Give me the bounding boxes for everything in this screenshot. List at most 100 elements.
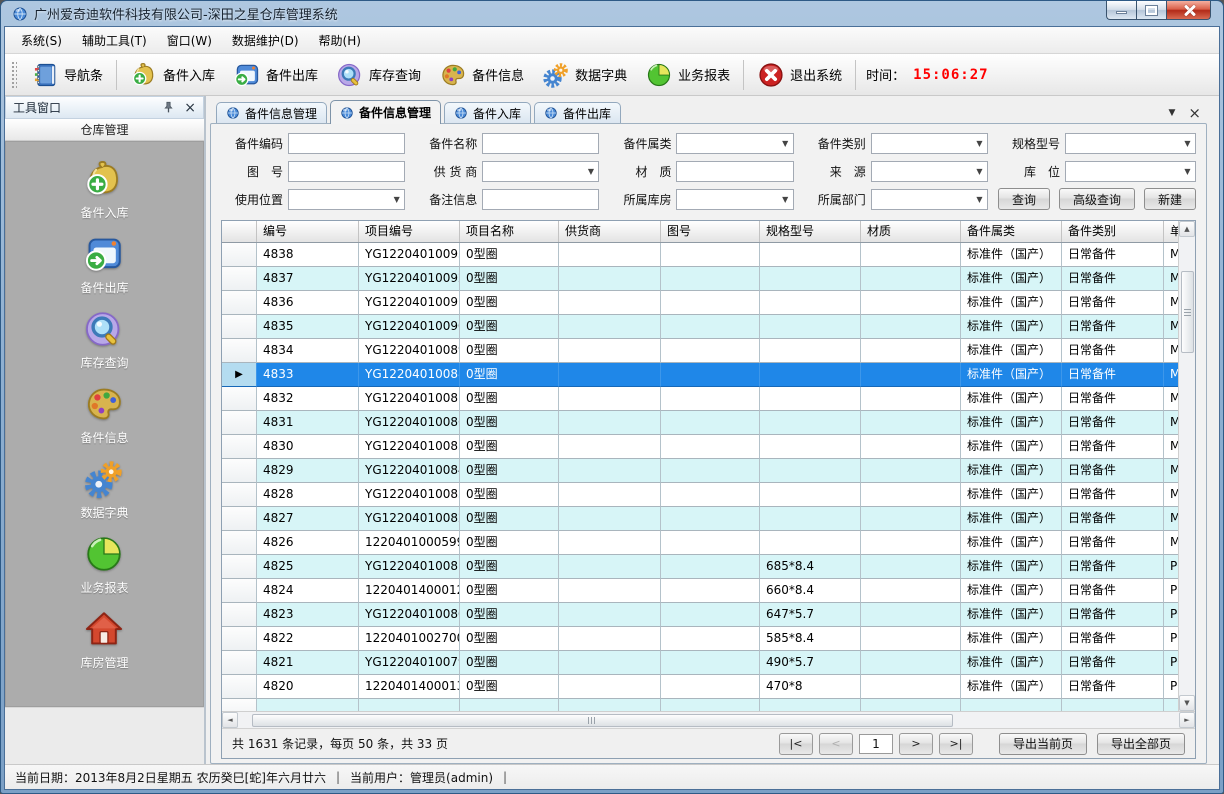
table-row-4836[interactable]: 4836YG122040100910型圈标准件（国产）日常备件M: [222, 291, 1178, 315]
part-attr-select[interactable]: ▼: [676, 133, 793, 154]
menu-item-help[interactable]: 帮助(H): [309, 27, 371, 54]
table-row-4834[interactable]: 4834YG122040100890型圈标准件（国产）日常备件M: [222, 339, 1178, 363]
row-selector-cell[interactable]: [222, 651, 257, 675]
row-selector-cell[interactable]: [222, 459, 257, 483]
advanced-search-button[interactable]: 高级查询: [1059, 188, 1135, 210]
search-button[interactable]: 查询: [998, 188, 1050, 210]
first-page-button[interactable]: |<: [779, 733, 813, 755]
table-row-4837[interactable]: 4837YG122040100920型圈标准件（国产）日常备件M: [222, 267, 1178, 291]
new-button[interactable]: 新建: [1144, 188, 1196, 210]
row-selector-cell[interactable]: [222, 507, 257, 531]
row-selector-cell[interactable]: [222, 435, 257, 459]
table-row-4823[interactable]: 4823YG122040100800型圈647*5.7标准件（国产）日常备件PC: [222, 603, 1178, 627]
table-row-4829[interactable]: 4829YG122040100840型圈标准件（国产）日常备件M: [222, 459, 1178, 483]
toolbar-stock-out-button[interactable]: 备件出库: [224, 57, 327, 93]
tab-0[interactable]: 备件信息管理: [216, 102, 327, 123]
table-row-4830[interactable]: 4830YG122040100850型圈标准件（国产）日常备件M: [222, 435, 1178, 459]
minimize-button[interactable]: [1106, 1, 1136, 20]
scroll-left-icon[interactable]: ◄: [222, 712, 238, 728]
table-row-4828[interactable]: 4828YG122040100830型圈标准件（国产）日常备件M: [222, 483, 1178, 507]
table-row-4825[interactable]: 4825YG122040100810型圈685*8.4标准件（国产）日常备件PC: [222, 555, 1178, 579]
row-selector-cell[interactable]: [222, 531, 257, 555]
tab-close-icon[interactable]: ×: [1188, 108, 1201, 118]
row-selector-cell[interactable]: [222, 555, 257, 579]
warehouse-select[interactable]: ▼: [676, 189, 793, 210]
row-selector-cell[interactable]: [222, 603, 257, 627]
menu-item-window[interactable]: 窗口(W): [157, 27, 222, 54]
row-selector-cell[interactable]: [222, 243, 257, 267]
scroll-down-icon[interactable]: ▼: [1179, 695, 1195, 711]
sidebar-item-stock-in[interactable]: 备件入库: [80, 158, 128, 221]
sidebar-item-parts-info[interactable]: 备件信息: [80, 383, 128, 446]
scroll-right-icon[interactable]: ►: [1179, 712, 1195, 728]
table-row-4827[interactable]: 4827YG122040100820型圈标准件（国产）日常备件M: [222, 507, 1178, 531]
toolbar-exit-system-button[interactable]: 退出系统: [748, 57, 851, 93]
horizontal-scrollbar[interactable]: ◄ ►: [222, 711, 1195, 728]
sidebar-group-warehouse[interactable]: 仓库管理: [5, 119, 204, 141]
last-page-button[interactable]: >|: [939, 733, 973, 755]
sidebar-item-stock-out[interactable]: 备件出库: [80, 233, 128, 296]
row-selector-cell[interactable]: [222, 579, 257, 603]
row-selector-cell[interactable]: [222, 267, 257, 291]
titlebar[interactable]: 广州爱奇迪软件科技有限公司-深田之星仓库管理系统: [4, 1, 1220, 26]
tab-3[interactable]: 备件出库: [534, 102, 621, 123]
sidebar-close-icon[interactable]: ×: [184, 102, 196, 114]
department-select[interactable]: ▼: [871, 189, 988, 210]
column-header-8[interactable]: 备件属类: [961, 221, 1062, 242]
column-header-2[interactable]: 项目编号: [359, 221, 460, 242]
prev-page-button[interactable]: <: [819, 733, 853, 755]
source-select[interactable]: ▼: [871, 161, 988, 182]
table-row-4833[interactable]: ▶4833YG122040100880型圈标准件（国产）日常备件M: [222, 363, 1178, 387]
row-selector-cell[interactable]: [222, 387, 257, 411]
maximize-button[interactable]: [1136, 1, 1166, 20]
column-header-9[interactable]: 备件类别: [1062, 221, 1164, 242]
toolbar-stock-in-button[interactable]: 备件入库: [121, 57, 224, 93]
menu-item-data-maintenance[interactable]: 数据维护(D): [222, 27, 309, 54]
next-page-button[interactable]: >: [899, 733, 933, 755]
table-row-4824[interactable]: 482412204014000120型圈660*8.4标准件（国产）日常备件PC: [222, 579, 1178, 603]
table-row-4835[interactable]: 4835YG122040100900型圈标准件（国产）日常备件M: [222, 315, 1178, 339]
close-button[interactable]: [1166, 1, 1211, 20]
tab-list-dropdown-icon[interactable]: ▼: [1169, 108, 1176, 118]
column-header-10[interactable]: 单位: [1164, 221, 1178, 242]
menu-item-tools[interactable]: 辅助工具(T): [72, 27, 157, 54]
vertical-scrollbar[interactable]: ▲ ▼: [1178, 221, 1195, 711]
row-selector-cell[interactable]: [222, 291, 257, 315]
table-row-4838[interactable]: 4838YG122040100930型圈标准件（国产）日常备件M: [222, 243, 1178, 267]
table-row-4821[interactable]: 4821YG122040100790型圈490*5.7标准件（国产）日常备件PC: [222, 651, 1178, 675]
column-header-3[interactable]: 项目名称: [460, 221, 559, 242]
vertical-scroll-thumb[interactable]: [1181, 271, 1194, 353]
toolbar-business-report-button[interactable]: 业务报表: [636, 57, 739, 93]
toolbar-grip-handle[interactable]: [10, 60, 17, 90]
table-row-4822[interactable]: 482212204010027000型圈585*8.4标准件（国产）日常备件PC: [222, 627, 1178, 651]
column-header-7[interactable]: 材质: [861, 221, 961, 242]
use-position-select[interactable]: ▼: [288, 189, 405, 210]
column-header-6[interactable]: 规格型号: [760, 221, 861, 242]
toolbar-parts-info-button[interactable]: 备件信息: [430, 57, 533, 93]
supplier-select[interactable]: ▼: [482, 161, 599, 182]
sidebar-item-inventory-query[interactable]: 库存查询: [80, 308, 128, 371]
row-selector-header[interactable]: [222, 221, 257, 242]
table-row-4831[interactable]: 4831YG122040100860型圈标准件（国产）日常备件M: [222, 411, 1178, 435]
menu-item-system[interactable]: 系统(S): [11, 27, 72, 54]
row-selector-cell[interactable]: [222, 675, 257, 699]
row-selector-cell[interactable]: [222, 483, 257, 507]
sidebar-item-data-dictionary[interactable]: 数据字典: [80, 458, 128, 521]
toolbar-data-dictionary-button[interactable]: 数据字典: [533, 57, 636, 93]
page-number-input[interactable]: 1: [859, 734, 893, 754]
drawing-no-input[interactable]: [288, 161, 405, 182]
toolbar-nav-bar-button[interactable]: 导航条: [22, 57, 112, 93]
part-type-select[interactable]: ▼: [871, 133, 988, 154]
row-selector-cell[interactable]: ▶: [222, 363, 257, 387]
table-row-4826[interactable]: 482612204010005990型圈标准件（国产）日常备件M: [222, 531, 1178, 555]
row-selector-cell[interactable]: [222, 339, 257, 363]
sidebar-item-business-report[interactable]: 业务报表: [80, 533, 128, 596]
column-header-1[interactable]: 编号: [257, 221, 359, 242]
pin-icon[interactable]: [162, 101, 175, 114]
location-select[interactable]: ▼: [1065, 161, 1196, 182]
export-all-pages-button[interactable]: 导出全部页: [1097, 733, 1185, 755]
part-name-input[interactable]: [482, 133, 599, 154]
scroll-up-icon[interactable]: ▲: [1179, 221, 1195, 237]
spec-model-select[interactable]: ▼: [1065, 133, 1196, 154]
column-header-5[interactable]: 图号: [661, 221, 760, 242]
